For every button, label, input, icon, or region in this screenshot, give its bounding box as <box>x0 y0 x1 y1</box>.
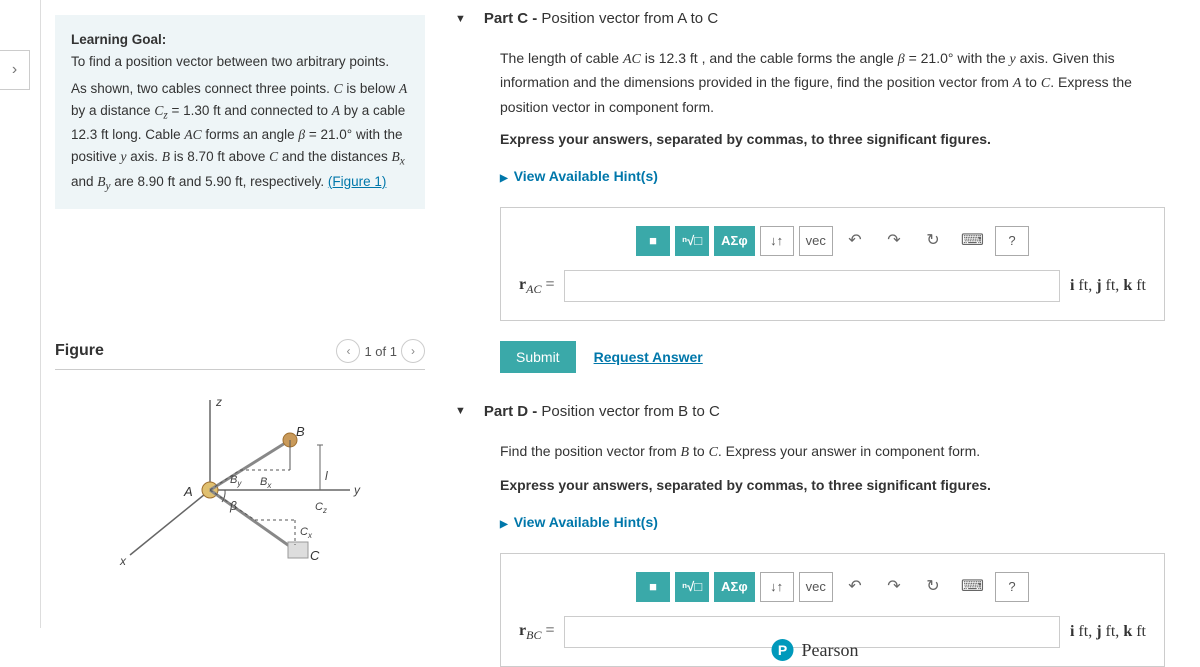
caret-right-icon: ▶ <box>500 173 508 184</box>
pearson-text: Pearson <box>802 640 859 661</box>
redo-button[interactable]: ↷ <box>877 572 911 602</box>
part-c-answer-input[interactable] <box>564 270 1059 302</box>
figure-next-button[interactable]: › <box>401 339 425 363</box>
arrows-button[interactable]: ↓↑ <box>760 226 794 256</box>
problem-description: As shown, two cables connect three point… <box>71 78 409 195</box>
part-c-body: The length of cable AC is 12.3 ft , and … <box>445 37 1185 393</box>
greek-button[interactable]: ΑΣφ <box>714 226 755 256</box>
root-button[interactable]: ⁿ√□ <box>675 572 709 602</box>
part-c-prompt: The length of cable AC is 12.3 ft , and … <box>500 47 1165 118</box>
caret-right-icon: ▶ <box>500 519 508 530</box>
learning-goal-box: Learning Goal: To find a position vector… <box>55 15 425 209</box>
template-button[interactable]: ■ <box>636 226 670 256</box>
svg-text:B: B <box>296 424 305 439</box>
part-c-units: i ft, j ft, k ft <box>1070 273 1146 299</box>
vertical-divider <box>40 0 41 628</box>
svg-text:Cx: Cx <box>300 526 313 540</box>
undo-button[interactable]: ↶ <box>838 572 872 602</box>
arrows-button[interactable]: ↓↑ <box>760 572 794 602</box>
part-d-prompt: Find the position vector from B to C. Ex… <box>500 440 1165 464</box>
vec-button[interactable]: vec <box>799 572 833 602</box>
part-c-submit-button[interactable]: Submit <box>500 341 576 373</box>
svg-text:By: By <box>230 474 242 488</box>
part-c-answer-box: ■ ⁿ√□ ΑΣφ ↓↑ vec ↶ ↷ ↻ ⌨ ? rAC = i ft, j… <box>500 207 1165 321</box>
figure-image: z y x A B C Cx Cz β <box>55 390 425 580</box>
svg-text:Bx: Bx <box>260 476 272 490</box>
greek-button[interactable]: ΑΣφ <box>714 572 755 602</box>
figure-title: Figure <box>55 342 104 360</box>
undo-button[interactable]: ↶ <box>838 226 872 256</box>
part-c-title: Position vector from A to C <box>541 10 718 27</box>
help-button[interactable]: ? <box>995 226 1029 256</box>
part-d-hints-toggle[interactable]: ▶View Available Hint(s) <box>500 511 1165 533</box>
vec-button[interactable]: vec <box>799 226 833 256</box>
learning-goal-label: Learning Goal: <box>71 29 409 51</box>
figure-link[interactable]: (Figure 1) <box>328 174 387 189</box>
redo-button[interactable]: ↷ <box>877 226 911 256</box>
svg-text:z: z <box>215 395 222 409</box>
part-c-header[interactable]: ▼ Part C - Position vector from A to C <box>445 0 1185 37</box>
expand-left-panel[interactable]: › <box>0 50 30 90</box>
equation-toolbar: ■ ⁿ√□ ΑΣφ ↓↑ vec ↶ ↷ ↻ ⌨ ? <box>519 226 1146 256</box>
part-c-instruction: Express your answers, separated by comma… <box>500 128 1165 150</box>
part-d-label: Part D - <box>484 403 542 420</box>
part-d-lhs: rBC = <box>519 618 554 645</box>
svg-text:C: C <box>310 548 320 563</box>
left-column: Learning Goal: To find a position vector… <box>55 0 425 580</box>
figure-section: Figure ‹ 1 of 1 › z y x A B <box>55 339 425 580</box>
part-d-title: Position vector from B to C <box>541 403 719 420</box>
part-d-units: i ft, j ft, k ft <box>1070 619 1146 645</box>
part-c-label: Part C - <box>484 10 542 27</box>
root-button[interactable]: ⁿ√□ <box>675 226 709 256</box>
figure-nav: ‹ 1 of 1 › <box>336 339 425 363</box>
equation-toolbar: ■ ⁿ√□ ΑΣφ ↓↑ vec ↶ ↷ ↻ ⌨ ? <box>519 572 1146 602</box>
svg-text:x: x <box>119 554 127 568</box>
caret-down-icon: ▼ <box>455 405 466 417</box>
reset-button[interactable]: ↻ <box>916 226 950 256</box>
pearson-footer: P Pearson <box>772 639 859 661</box>
part-d-header[interactable]: ▼ Part D - Position vector from B to C <box>445 393 1185 430</box>
svg-text:y: y <box>353 483 361 497</box>
svg-text:β: β <box>229 499 237 513</box>
keyboard-button[interactable]: ⌨ <box>955 226 990 256</box>
svg-text:l: l <box>325 469 328 483</box>
figure-prev-button[interactable]: ‹ <box>336 339 360 363</box>
part-c-request-answer-link[interactable]: Request Answer <box>594 346 703 368</box>
svg-text:A: A <box>183 484 193 499</box>
part-d-body: Find the position vector from B to C. Ex… <box>445 430 1185 667</box>
part-c-lhs: rAC = <box>519 272 554 299</box>
template-button[interactable]: ■ <box>636 572 670 602</box>
learning-goal-text: To find a position vector between two ar… <box>71 51 409 73</box>
help-button[interactable]: ? <box>995 572 1029 602</box>
part-d-instruction: Express your answers, separated by comma… <box>500 474 1165 496</box>
keyboard-button[interactable]: ⌨ <box>955 572 990 602</box>
caret-down-icon: ▼ <box>455 13 466 25</box>
right-column: ▼ Part C - Position vector from A to C T… <box>445 0 1185 667</box>
part-c-hints-toggle[interactable]: ▶View Available Hint(s) <box>500 165 1165 187</box>
figure-counter: 1 of 1 <box>364 344 397 359</box>
svg-text:Cz: Cz <box>315 501 327 515</box>
reset-button[interactable]: ↻ <box>916 572 950 602</box>
pearson-logo-icon: P <box>772 639 794 661</box>
